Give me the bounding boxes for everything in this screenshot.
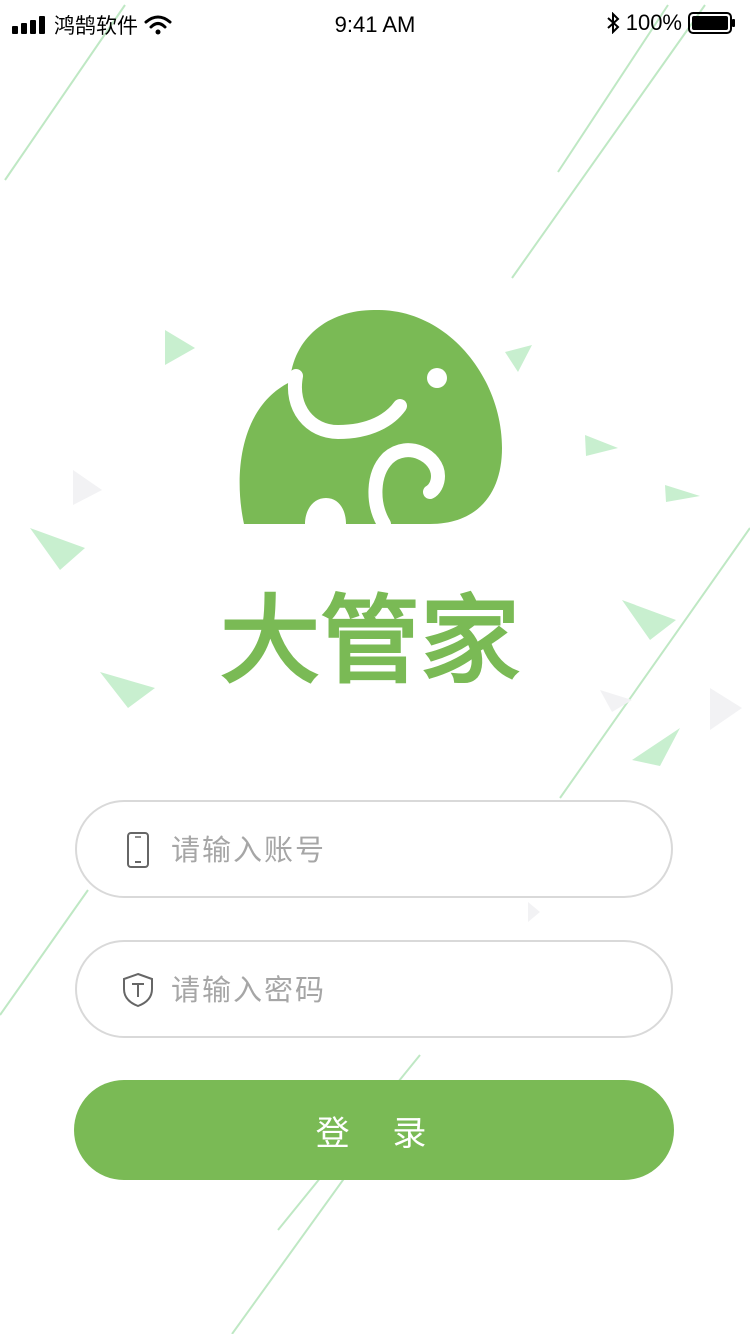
account-input[interactable] <box>171 820 641 880</box>
status-bar: 鸿鹄软件 9:41 AM 100% <box>0 0 750 50</box>
brand-title: 大管家 <box>220 585 520 690</box>
shield-icon <box>123 972 153 1008</box>
phone-icon <box>127 832 149 868</box>
bluetooth-icon <box>607 12 620 34</box>
password-input[interactable] <box>171 960 641 1020</box>
password-field[interactable] <box>75 940 673 1038</box>
login-button[interactable]: 登 录 <box>74 1080 674 1180</box>
account-field[interactable] <box>75 800 673 898</box>
elephant-logo-icon <box>239 309 502 526</box>
battery-icon <box>688 12 735 34</box>
status-right: 100% <box>606 10 736 36</box>
battery-percent: 100% <box>625 10 682 35</box>
brand-name: 大管家 <box>220 585 520 690</box>
